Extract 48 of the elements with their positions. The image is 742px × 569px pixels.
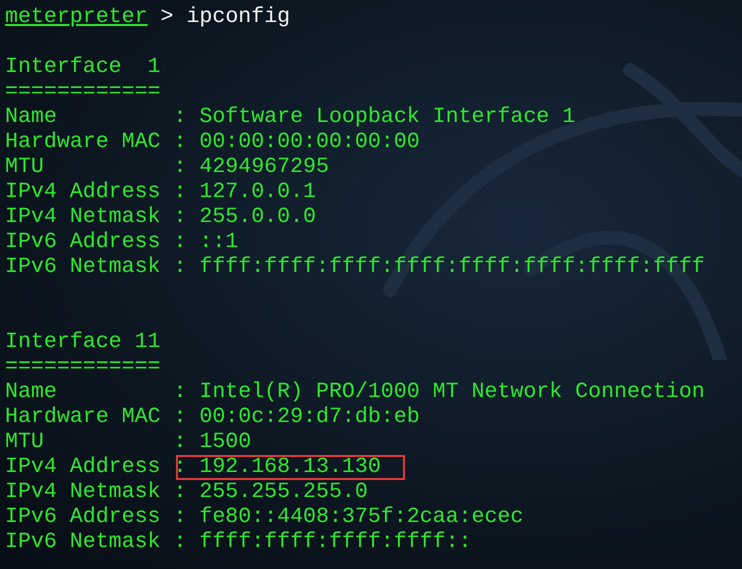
field-label: IPv4 Netmask: [5, 205, 160, 230]
interface-heading: Interface 1: [5, 55, 161, 80]
field-value: 1500: [199, 430, 252, 455]
field-label: IPv4 Address: [5, 180, 160, 205]
field-label: IPv4 Netmask: [5, 480, 160, 505]
field-label: Name: [5, 380, 58, 405]
field-value: Software Loopback Interface 1: [199, 105, 576, 130]
field-value: ffff:ffff:ffff:ffff:ffff:ffff:ffff:ffff: [199, 255, 705, 280]
prompt-separator: >: [160, 5, 174, 30]
colon-separator: :: [173, 105, 186, 130]
heading-rule: ============: [5, 80, 161, 105]
field-label: MTU: [5, 430, 45, 455]
command-text: ipconfig: [186, 5, 290, 30]
field-value: 00:0c:29:d7:db:eb: [199, 405, 420, 430]
colon-separator: :: [173, 505, 186, 530]
interface-heading: Interface 11: [5, 330, 161, 355]
colon-separator: :: [173, 230, 186, 255]
field-value: 127.0.0.1: [199, 180, 316, 205]
field-label: IPv6 Netmask: [5, 255, 160, 280]
field-value: fe80::4408:375f:2caa:ecec: [199, 505, 524, 530]
colon-separator: :: [173, 155, 186, 180]
field-label: IPv4 Address: [5, 455, 160, 480]
field-label: IPv6 Address: [5, 505, 160, 530]
field-label: Hardware MAC: [5, 405, 160, 430]
shell-prompt: meterpreter: [5, 5, 148, 30]
field-label: Hardware MAC: [5, 130, 160, 155]
colon-separator: :: [173, 430, 186, 455]
colon-separator: :: [173, 255, 186, 280]
colon-separator: :: [173, 480, 186, 505]
field-label: IPv6 Netmask: [5, 530, 160, 555]
field-value: ffff:ffff:ffff:ffff::: [199, 530, 472, 555]
field-value: 00:00:00:00:00:00: [199, 130, 420, 155]
field-value: 255.255.255.0: [199, 480, 368, 505]
colon-separator: :: [173, 455, 186, 480]
colon-separator: :: [173, 380, 186, 405]
colon-separator: :: [173, 530, 186, 555]
field-value: ::1: [199, 230, 238, 255]
colon-separator: :: [173, 180, 186, 205]
colon-separator: :: [173, 130, 186, 155]
field-value: 255.0.0.0: [199, 205, 316, 230]
field-value: 4294967295: [199, 155, 329, 180]
field-label: MTU: [5, 155, 45, 180]
colon-separator: :: [173, 205, 186, 230]
heading-rule: ============: [5, 355, 161, 380]
field-value: Intel(R) PRO/1000 MT Network Connection: [199, 380, 705, 405]
colon-separator: :: [173, 405, 186, 430]
field-label: IPv6 Address: [5, 230, 160, 255]
field-label: Name: [5, 105, 58, 130]
